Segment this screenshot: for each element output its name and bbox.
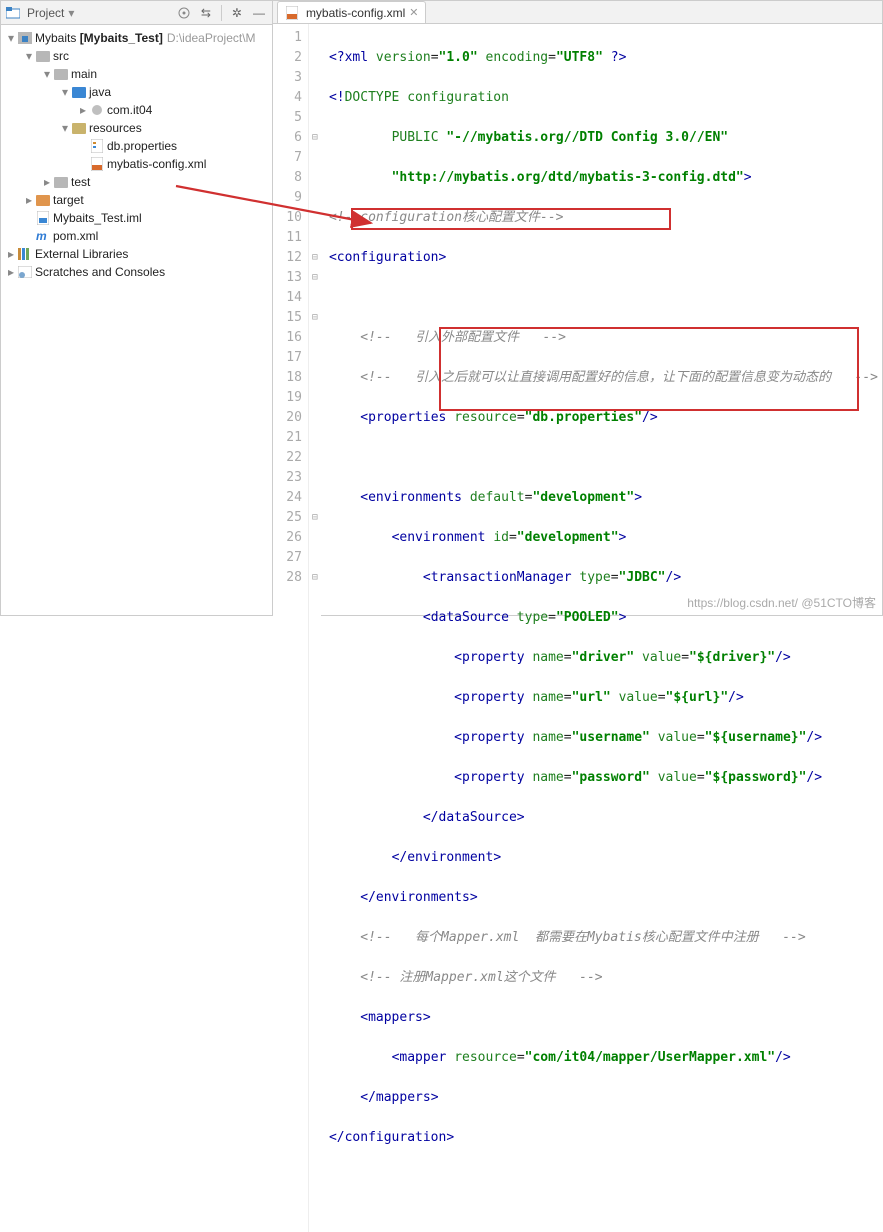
folder-icon — [35, 48, 51, 64]
tree-java[interactable]: ▾java — [1, 83, 272, 101]
folder-icon — [53, 66, 69, 82]
project-panel-header: Project ▾ ⇆ ✲ — — [1, 1, 272, 25]
source-folder-icon — [71, 84, 87, 100]
close-icon[interactable]: ✕ — [409, 6, 418, 19]
watermark: https://blog.csdn.net/ @51CTO博客 — [687, 594, 876, 611]
resources-folder-icon — [71, 120, 87, 136]
tree-dbprops[interactable]: db.properties — [1, 137, 272, 155]
target-icon[interactable] — [175, 4, 193, 22]
tree-pom[interactable]: mpom.xml — [1, 227, 272, 245]
code-editor[interactable]: 1234567891011121314151617181920212223242… — [273, 24, 882, 1232]
scratch-icon — [17, 264, 33, 280]
tree-target[interactable]: ▸target — [1, 191, 272, 209]
gear-icon[interactable]: ✲ — [228, 4, 246, 22]
code-body[interactable]: <?xml version="1.0" encoding="UTF8" ?> <… — [321, 24, 882, 1232]
tree-root[interactable]: ▾ Mybaits [Mybaits_Test] D:\ideaProject\… — [1, 29, 272, 47]
fold-column[interactable]: ⊟⊟⊟⊟⊟⊟ — [309, 24, 321, 1232]
tab-label: mybatis-config.xml — [306, 6, 405, 20]
library-icon — [17, 246, 33, 262]
iml-file-icon — [35, 210, 51, 226]
tree-mybatis-config[interactable]: mybatis-config.xml — [1, 155, 272, 173]
tree-iml[interactable]: Mybaits_Test.iml — [1, 209, 272, 227]
tree-main[interactable]: ▾main — [1, 65, 272, 83]
tree-resources[interactable]: ▾resources — [1, 119, 272, 137]
tree-src[interactable]: ▾src — [1, 47, 272, 65]
project-tree[interactable]: ▾ Mybaits [Mybaits_Test] D:\ideaProject\… — [1, 25, 272, 615]
project-icon — [5, 5, 21, 21]
properties-file-icon — [89, 138, 105, 154]
hide-icon[interactable]: — — [250, 4, 268, 22]
maven-file-icon: m — [35, 228, 51, 244]
editor-area: mybatis-config.xml ✕ 1234567891011121314… — [273, 1, 882, 615]
tree-package[interactable]: ▸com.it04 — [1, 101, 272, 119]
tab-bar: mybatis-config.xml ✕ — [273, 1, 882, 24]
panel-dropdown-icon[interactable]: ▾ — [68, 6, 74, 20]
project-sidebar: Project ▾ ⇆ ✲ — ▾ Mybaits [Mybaits_Test]… — [1, 1, 273, 615]
xml-file-icon — [284, 5, 300, 21]
gutter: 1234567891011121314151617181920212223242… — [273, 24, 309, 1232]
panel-title-text: Project — [27, 6, 64, 20]
tree-extlib[interactable]: ▸External Libraries — [1, 245, 272, 263]
target-folder-icon — [35, 192, 51, 208]
ide-window: Project ▾ ⇆ ✲ — ▾ Mybaits [Mybaits_Test]… — [0, 0, 883, 616]
expand-icon[interactable]: ⇆ — [197, 4, 215, 22]
package-icon — [89, 102, 105, 118]
folder-icon — [53, 174, 69, 190]
tab-mybatis-config[interactable]: mybatis-config.xml ✕ — [277, 1, 426, 23]
module-icon — [17, 30, 33, 46]
tree-test[interactable]: ▸test — [1, 173, 272, 191]
svg-text:m: m — [36, 229, 47, 243]
xml-file-icon — [89, 156, 105, 172]
tree-scratch[interactable]: ▸Scratches and Consoles — [1, 263, 272, 281]
